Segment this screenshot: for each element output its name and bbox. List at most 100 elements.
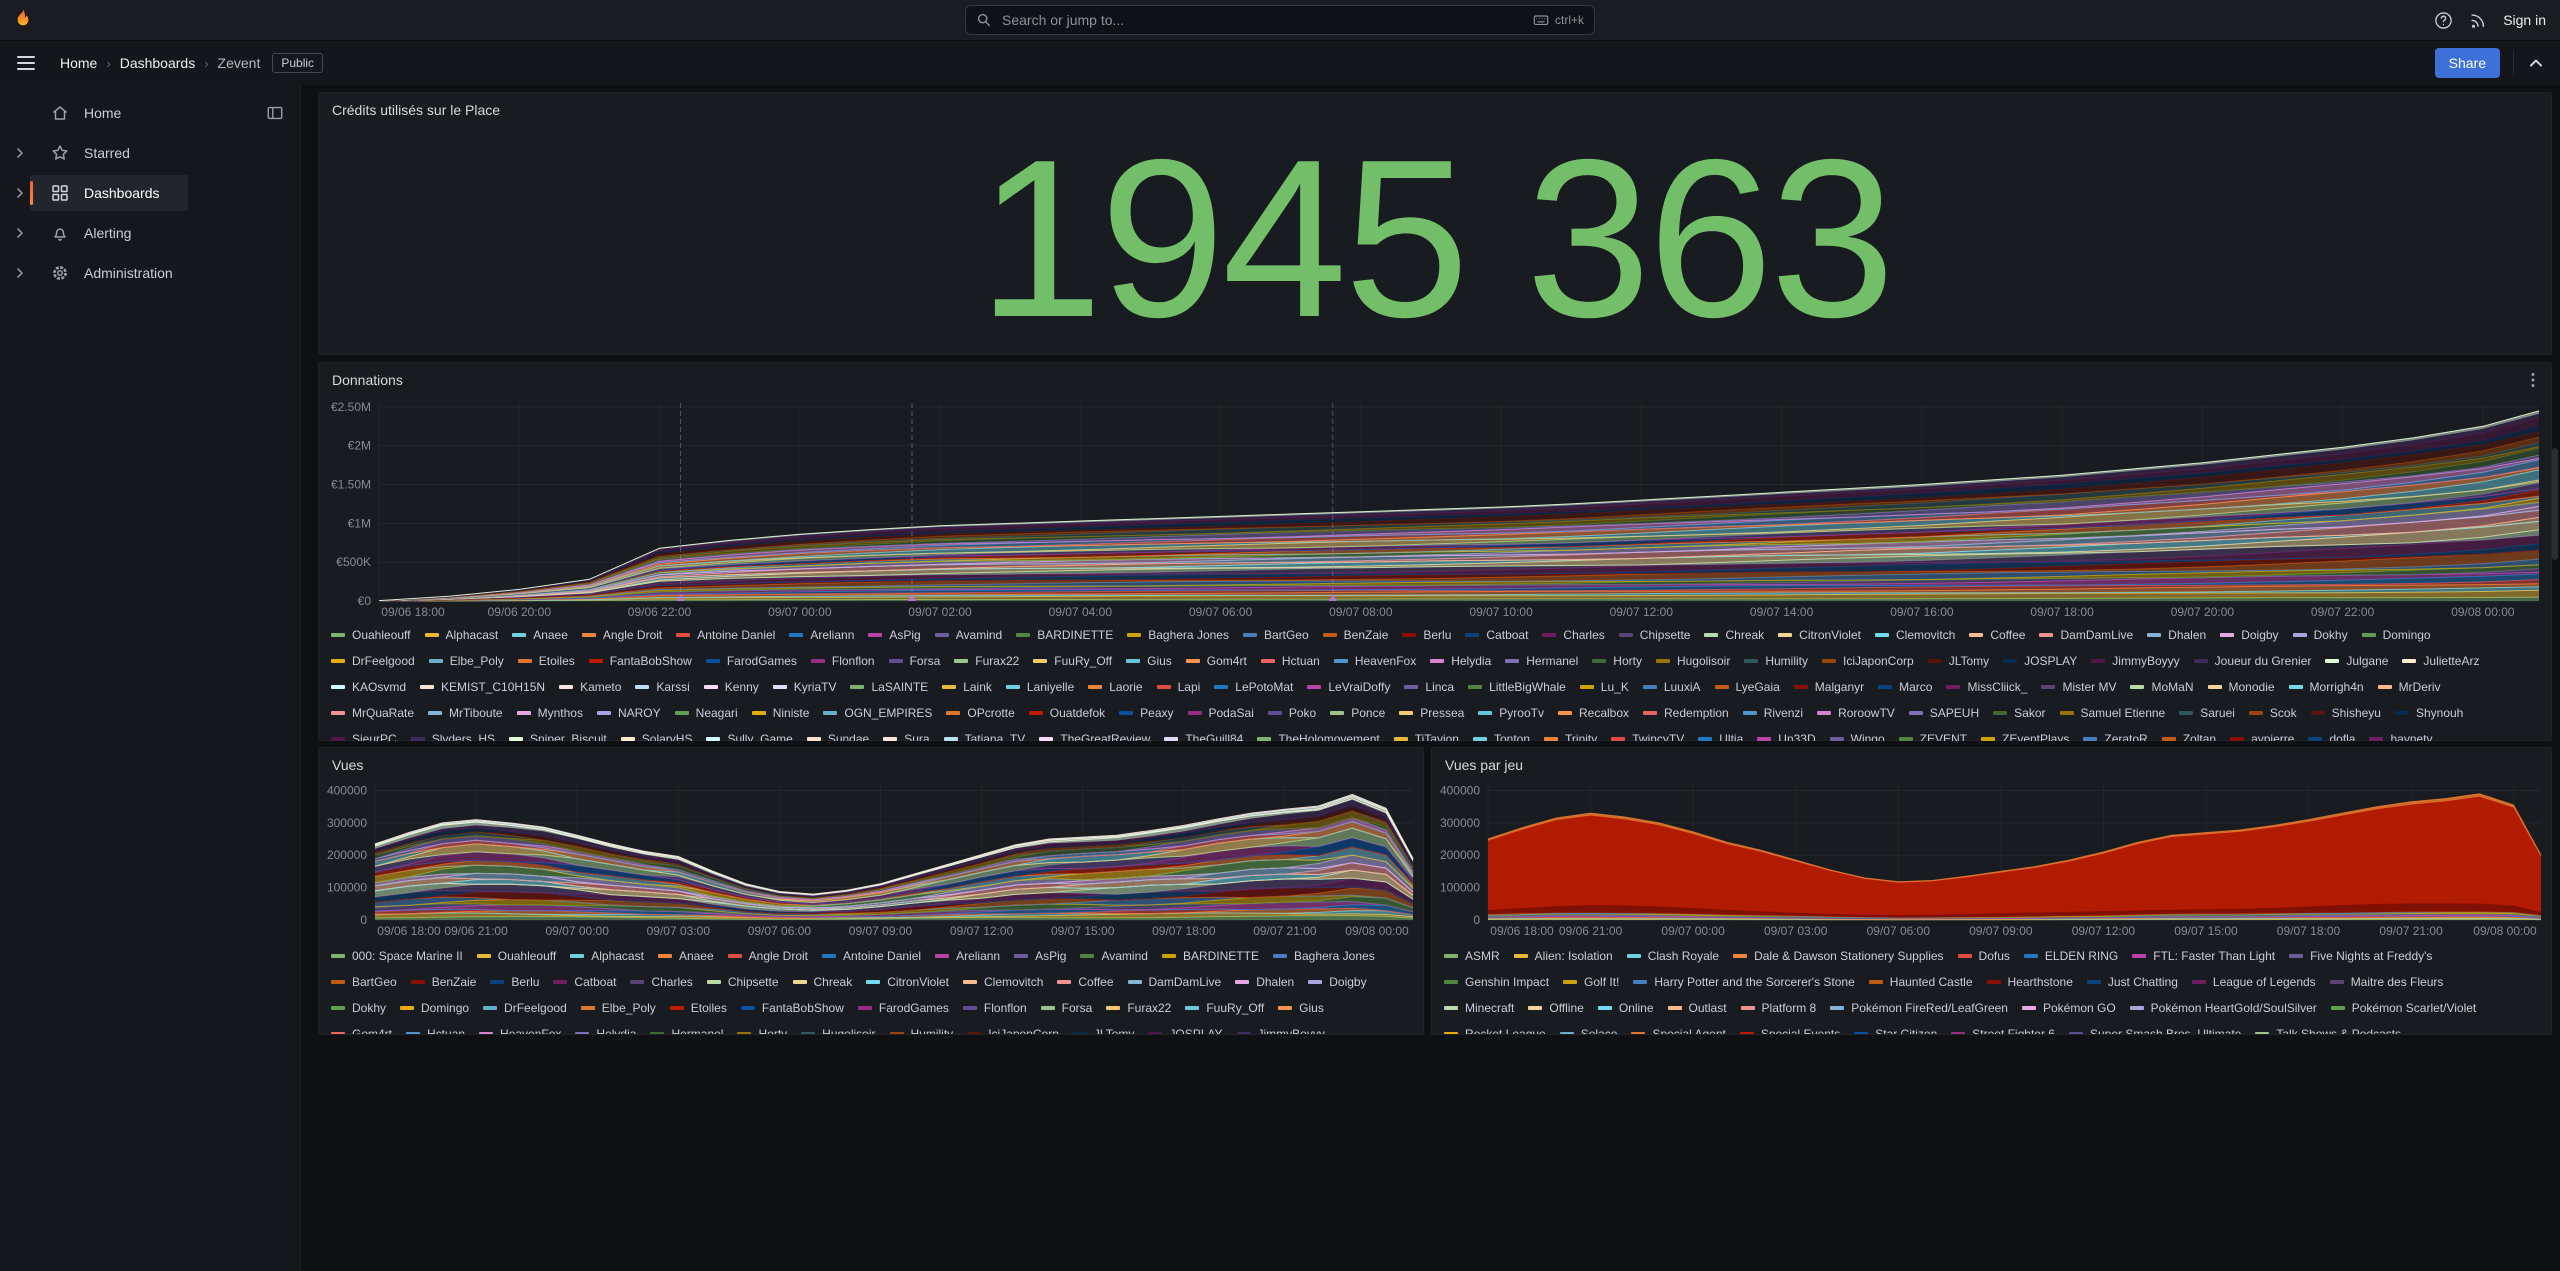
legend-item[interactable]: ZeratoR (2083, 727, 2147, 741)
legend-item[interactable]: Neagari (675, 701, 738, 725)
legend-item[interactable]: AsPig (868, 623, 920, 647)
legend-item[interactable]: Coffee (1969, 623, 2025, 647)
legend-item[interactable]: Pokémon FireRed/LeafGreen (1830, 996, 2008, 1020)
legend-item[interactable]: Anaee (658, 944, 714, 968)
legend-item[interactable]: JLTomy (1928, 649, 1989, 673)
legend-item[interactable]: Rocket League (1444, 1022, 1546, 1034)
legend-item[interactable]: Trinity (1544, 727, 1597, 741)
legend-item[interactable]: ZEVENT (1899, 727, 1967, 741)
legend-item[interactable]: Areliann (935, 944, 1000, 968)
legend-item[interactable]: Super Smash Bros. Ultimate (2069, 1022, 2241, 1034)
legend-item[interactable]: OPcrotte (946, 701, 1014, 725)
legend-item[interactable]: Wingo (1830, 727, 1885, 741)
legend-item[interactable]: KyriaTV (773, 675, 837, 699)
legend-item[interactable]: Ouatdefok (1029, 701, 1105, 725)
legend-item[interactable]: BartGeo (1243, 623, 1309, 647)
legend-item[interactable]: Avamind (1080, 944, 1147, 968)
legend-item[interactable]: Just Chatting (2087, 970, 2178, 994)
legend-item[interactable]: Gom4rt (331, 1022, 392, 1034)
legend-item[interactable]: CitronViolet (1778, 623, 1861, 647)
legend-item[interactable]: Angle Droit (728, 944, 808, 968)
legend-item[interactable]: Anaee (512, 623, 568, 647)
news-rss-icon[interactable] (2469, 11, 2487, 29)
legend-item[interactable]: Ultia (1698, 727, 1743, 741)
legend-item[interactable]: Maitre des Fleurs (2330, 970, 2444, 994)
sidebar-item-starred[interactable]: Starred (0, 133, 300, 173)
share-button[interactable]: Share (2435, 48, 2500, 78)
legend-item[interactable]: ZEventPlays (1981, 727, 2069, 741)
legend-item[interactable]: Alphacast (570, 944, 644, 968)
legend-item[interactable]: Laniyelle (1006, 675, 1074, 699)
legend-item[interactable]: FarodGames (706, 649, 797, 673)
legend-item[interactable]: Karssi (635, 675, 689, 699)
legend-item[interactable]: Ouahleouff (331, 623, 411, 647)
legend-item[interactable]: Samuel Etienne (2060, 701, 2166, 725)
legend-item[interactable]: SAPEUH (1909, 701, 1979, 725)
legend-item[interactable]: Domingo (400, 996, 469, 1020)
legend-item[interactable]: Selaco (1560, 1022, 1618, 1034)
legend-item[interactable]: SieurPC (331, 727, 397, 741)
legend-item[interactable]: Dokhy (331, 996, 386, 1020)
legend-item[interactable]: Elbe_Poly (581, 996, 656, 1020)
grafana-logo-icon[interactable] (10, 7, 36, 33)
legend-item[interactable]: Hugolisoir (801, 1022, 875, 1034)
donations-chart[interactable]: €0€500K€1M€1.50M€2M€2.50M09/06 18:0009/0… (325, 397, 2547, 621)
legend-item[interactable]: Chipsette (1619, 623, 1691, 647)
legend-item[interactable]: Doigby (1308, 970, 1366, 994)
legend-item[interactable]: Laink (942, 675, 992, 699)
legend-item[interactable]: BenZaie (1323, 623, 1389, 647)
chevron-right-icon[interactable] (12, 225, 28, 241)
scrollbar-thumb[interactable] (2552, 448, 2558, 560)
legend-item[interactable]: Zoltan (2162, 727, 2216, 741)
legend-item[interactable]: Haunted Castle (1869, 970, 1973, 994)
legend-item[interactable]: FarodGames (858, 996, 949, 1020)
legend-item[interactable]: Outlast (1668, 996, 1727, 1020)
legend-item[interactable]: Hugolisoir (1656, 649, 1730, 673)
legend-item[interactable]: Kenny (704, 675, 759, 699)
legend-item[interactable]: Sakor (1993, 701, 2045, 725)
legend-item[interactable]: JLTomy (1073, 1022, 1134, 1034)
legend-item[interactable]: Platform 8 (1741, 996, 1817, 1020)
legend-item[interactable]: ELDEN RING (2024, 944, 2118, 968)
legend-item[interactable]: Charles (1542, 623, 1604, 647)
legend-item[interactable]: Tatiana_TV (944, 727, 1026, 741)
legend-item[interactable]: HeavenFox (1334, 649, 1416, 673)
legend-item[interactable]: Malganyr (1794, 675, 1864, 699)
legend-item[interactable]: Helydia (575, 1022, 636, 1034)
legend-item[interactable]: IciJaponCorp (1822, 649, 1914, 673)
legend-item[interactable]: BenZaie (411, 970, 477, 994)
legend-item[interactable]: Online (1598, 996, 1654, 1020)
legend-item[interactable]: Forsa (889, 649, 941, 673)
legend-item[interactable]: Gom4rt (1186, 649, 1247, 673)
legend-item[interactable]: Tonton (1473, 727, 1530, 741)
legend-item[interactable]: Berlu (490, 970, 539, 994)
legend-item[interactable]: Coffee (1057, 970, 1113, 994)
legend-item[interactable]: Chipsette (707, 970, 779, 994)
legend-item[interactable]: dofla (2308, 727, 2355, 741)
legend-item[interactable]: TiTavion (1394, 727, 1459, 741)
legend-item[interactable]: Pressea (1399, 701, 1464, 725)
legend-item[interactable]: Dale & Dawson Stationery Supplies (1733, 944, 1943, 968)
legend-item[interactable]: Poko (1268, 701, 1316, 725)
legend-item[interactable]: TheHolomovement (1257, 727, 1379, 741)
legend-item[interactable]: Hermanel (650, 1022, 723, 1034)
legend-item[interactable]: Lu_K (1580, 675, 1629, 699)
legend-item[interactable]: Dofus (1958, 944, 2010, 968)
legend-item[interactable]: Berlu (1402, 623, 1451, 647)
legend-item[interactable]: CitronViolet (866, 970, 949, 994)
legend-item[interactable]: Morrigh4n (2289, 675, 2364, 699)
legend-item[interactable]: Horty (1592, 649, 1642, 673)
legend-item[interactable]: Sura (883, 727, 929, 741)
legend-item[interactable]: MissCliick_ (1946, 675, 2027, 699)
legend-item[interactable]: Gius (1126, 649, 1172, 673)
legend-item[interactable]: MoMaN (2130, 675, 2193, 699)
legend-item[interactable]: Offline (1528, 996, 1583, 1020)
legend-item[interactable]: Catboat (1465, 623, 1528, 647)
legend-item[interactable]: Talk Shows & Podcasts (2255, 1022, 2401, 1034)
legend-item[interactable]: Slyders_HS (411, 727, 495, 741)
legend-item[interactable]: DamDamLive (1128, 970, 1222, 994)
dock-menu-icon[interactable] (266, 104, 284, 122)
chevron-right-icon[interactable] (12, 145, 28, 161)
legend-item[interactable]: haynetv (2369, 727, 2432, 741)
legend-item[interactable]: MrDeriv (2378, 675, 2441, 699)
